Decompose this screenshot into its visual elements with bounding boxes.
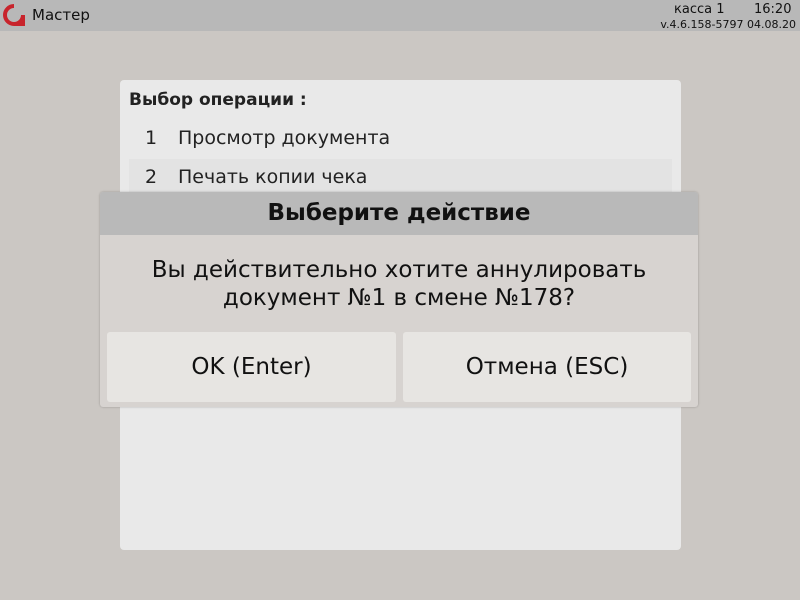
cancel-button[interactable]: Отмена (ESC) <box>403 332 691 402</box>
dialog-message: Вы действительно хотите аннулировать док… <box>100 256 698 312</box>
logo-icon <box>3 4 25 26</box>
ok-button[interactable]: OK (Enter) <box>107 332 396 402</box>
panel-title: Выбор операции : <box>129 90 307 110</box>
dialog-message-line: Вы действительно хотите аннулировать <box>151 257 647 283</box>
app-title: Мастер <box>32 6 90 24</box>
operation-label: Печать копии чека <box>178 166 368 188</box>
operation-label: Просмотр документа <box>178 127 391 149</box>
version-label: v.4.6.158-5797 04.08.20 <box>660 18 796 31</box>
confirm-dialog: Выберите действие Вы действительно хотит… <box>100 192 698 407</box>
top-bar: Мастер касса 1 16:20 v.4.6.158-5797 04.0… <box>0 0 800 31</box>
operation-item-view-document[interactable]: 1 Просмотр документа <box>129 120 672 158</box>
operation-number: 1 <box>145 127 158 149</box>
clock: 16:20 <box>754 2 792 17</box>
register-label: касса 1 <box>674 2 725 17</box>
dialog-header: Выберите действие <box>100 192 698 235</box>
dialog-message-line: документ №1 в смене №178? <box>222 285 576 311</box>
dialog-title: Выберите действие <box>267 200 531 226</box>
operation-number: 2 <box>145 166 158 188</box>
